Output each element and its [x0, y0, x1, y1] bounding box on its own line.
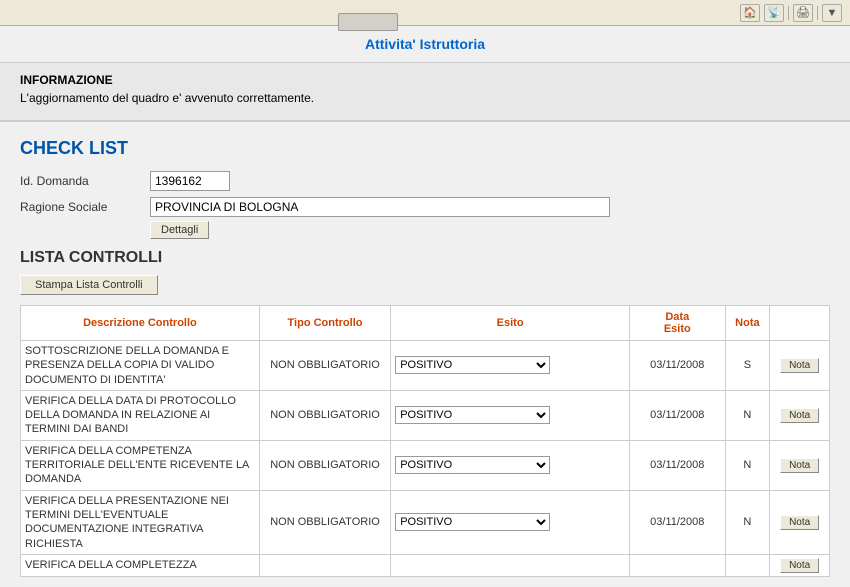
cell-esito[interactable]: POSITIVONEGATIVONON VERIFICATO [391, 490, 630, 554]
cell-esito[interactable]: POSITIVONEGATIVONON VERIFICATO [391, 390, 630, 440]
cell-esito[interactable] [391, 554, 630, 576]
cell-data-esito: 03/11/2008 [630, 490, 726, 554]
cell-descrizione: VERIFICA DELLA COMPETENZA TERRITORIALE D… [21, 440, 260, 490]
esito-select[interactable]: POSITIVONEGATIVONON VERIFICATO [395, 513, 550, 531]
info-message: L'aggiornamento del quadro e' avvenuto c… [20, 91, 830, 105]
nota-button[interactable]: Nota [780, 408, 819, 423]
ragione-sociale-value: Dettagli [150, 197, 830, 239]
nota-button[interactable]: Nota [780, 458, 819, 473]
cell-nota-flag: N [725, 490, 770, 554]
cell-data-esito: 03/11/2008 [630, 341, 726, 391]
info-box: INFORMAZIONE L'aggiornamento del quadro … [0, 63, 850, 122]
cell-tipo: NON OBBLIGATORIO [259, 341, 390, 391]
cell-descrizione: SOTTOSCRIZIONE DELLA DOMANDA E PRESENZA … [21, 341, 260, 391]
nota-button[interactable]: Nota [780, 515, 819, 530]
cell-data-esito: 03/11/2008 [630, 390, 726, 440]
cell-nota-flag [725, 554, 770, 576]
page-title: Attivita' Istruttoria [365, 36, 485, 52]
esito-select[interactable]: POSITIVONEGATIVONON VERIFICATO [395, 456, 550, 474]
stampa-lista-button[interactable]: Stampa Lista Controlli [20, 275, 158, 295]
cell-nota-btn[interactable]: Nota [770, 554, 830, 576]
th-nota-btn [770, 306, 830, 341]
cell-tipo: NON OBBLIGATORIO [259, 440, 390, 490]
ragione-sociale-input[interactable] [150, 197, 610, 217]
th-data: DataEsito [630, 306, 726, 341]
address-bar-decoration [338, 13, 398, 31]
cell-nota-flag: S [725, 341, 770, 391]
table-row: VERIFICA DELLA DATA DI PROTOCOLLO DELLA … [21, 390, 830, 440]
cell-nota-btn[interactable]: Nota [770, 390, 830, 440]
lista-controlli-title: LISTA CONTROLLI [20, 249, 830, 267]
ragione-sociale-label: Ragione Sociale [20, 197, 150, 214]
table-row: SOTTOSCRIZIONE DELLA DOMANDA E PRESENZA … [21, 341, 830, 391]
checklist-title: CHECK LIST [20, 138, 830, 159]
cell-nota-btn[interactable]: Nota [770, 341, 830, 391]
dettagli-button[interactable]: Dettagli [150, 221, 209, 239]
cell-tipo [259, 554, 390, 576]
cell-data-esito: 03/11/2008 [630, 440, 726, 490]
table-row: VERIFICA DELLA COMPETENZA TERRITORIALE D… [21, 440, 830, 490]
table-row: VERIFICA DELLA COMPLETEZZA Nota [21, 554, 830, 576]
settings-icon[interactable]: ▼ [822, 4, 842, 22]
id-domanda-row: Id. Domanda [20, 171, 830, 191]
cell-descrizione: VERIFICA DELLA COMPLETEZZA [21, 554, 260, 576]
nota-button[interactable]: Nota [780, 558, 819, 573]
cell-esito[interactable]: POSITIVONEGATIVONON VERIFICATO [391, 440, 630, 490]
id-domanda-input[interactable] [150, 171, 230, 191]
cell-nota-btn[interactable]: Nota [770, 440, 830, 490]
th-tipo: Tipo Controllo [259, 306, 390, 341]
controls-table: Descrizione Controllo Tipo Controllo Esi… [20, 305, 830, 577]
cell-descrizione: VERIFICA DELLA PRESENTAZIONE NEI TERMINI… [21, 490, 260, 554]
nota-button[interactable]: Nota [780, 358, 819, 373]
cell-tipo: NON OBBLIGATORIO [259, 390, 390, 440]
esito-select[interactable]: POSITIVONEGATIVONON VERIFICATO [395, 406, 550, 424]
cell-nota-flag: N [725, 440, 770, 490]
info-label: INFORMAZIONE [20, 73, 830, 87]
table-row: VERIFICA DELLA PRESENTAZIONE NEI TERMINI… [21, 490, 830, 554]
rss-icon[interactable]: 📡 [764, 4, 784, 22]
th-descrizione: Descrizione Controllo [21, 306, 260, 341]
ragione-sociale-row: Ragione Sociale Dettagli [20, 197, 830, 239]
th-nota: Nota [725, 306, 770, 341]
esito-select[interactable]: POSITIVONEGATIVONON VERIFICATO [395, 356, 550, 374]
cell-nota-btn[interactable]: Nota [770, 490, 830, 554]
cell-esito[interactable]: POSITIVONEGATIVONON VERIFICATO [391, 341, 630, 391]
th-esito: Esito [391, 306, 630, 341]
id-domanda-value [150, 171, 830, 191]
cell-data-esito [630, 554, 726, 576]
page-header: Attivita' Istruttoria [0, 26, 850, 63]
cell-descrizione: VERIFICA DELLA DATA DI PROTOCOLLO DELLA … [21, 390, 260, 440]
cell-tipo: NON OBBLIGATORIO [259, 490, 390, 554]
browser-toolbar: 🏠 📡 🖨 ▼ [0, 0, 850, 26]
id-domanda-label: Id. Domanda [20, 171, 150, 188]
home-icon[interactable]: 🏠 [740, 4, 760, 22]
main-content: Attivita' Istruttoria INFORMAZIONE L'agg… [0, 26, 850, 587]
cell-nota-flag: N [725, 390, 770, 440]
content-area: CHECK LIST Id. Domanda Ragione Sociale D… [0, 122, 850, 587]
print-icon[interactable]: 🖨 [793, 4, 813, 22]
